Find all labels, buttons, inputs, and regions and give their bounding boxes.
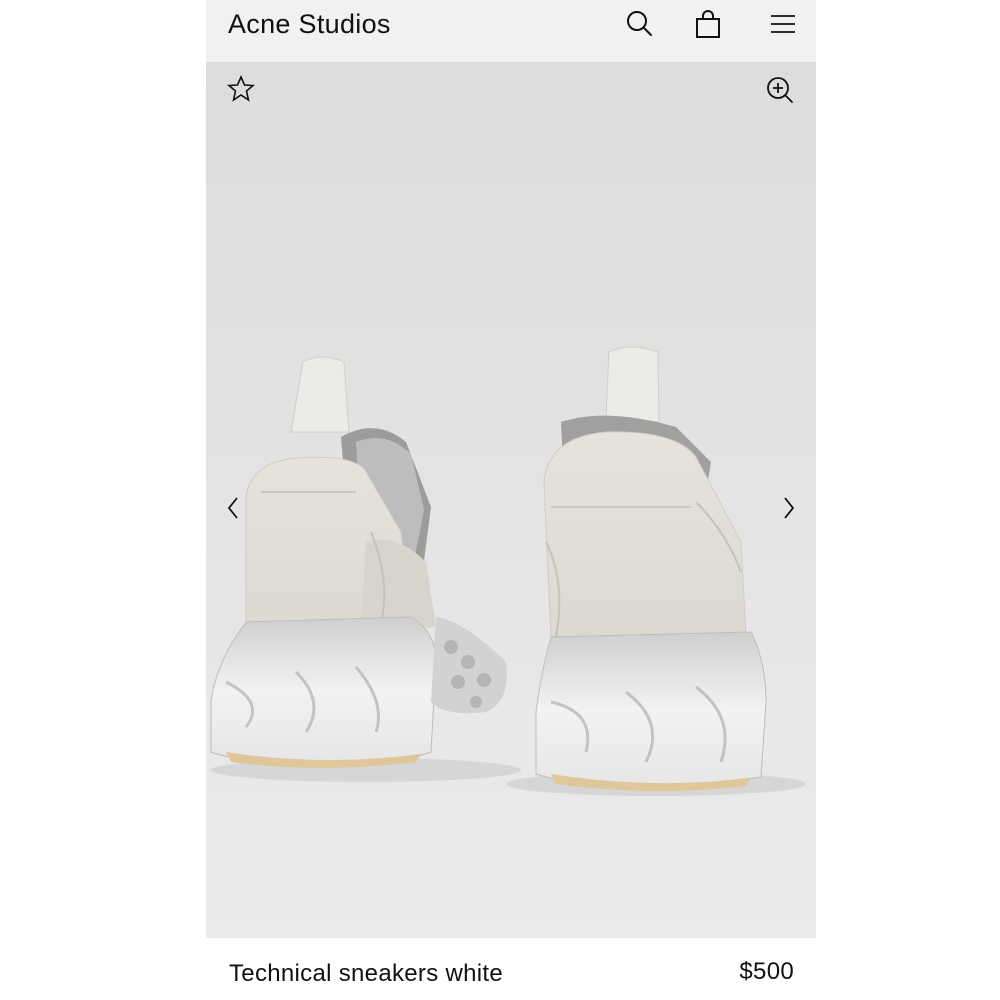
favorite-star-icon[interactable] xyxy=(226,74,256,104)
product-name[interactable]: Technical sneakers white xyxy=(229,960,503,988)
brand-logo[interactable]: Acne Studios xyxy=(228,9,391,40)
mobile-viewport: Acne Studios Technical sneakers white $5… xyxy=(206,0,816,1000)
product-photo xyxy=(210,346,806,796)
chevron-left-icon[interactable] xyxy=(224,494,244,522)
search-icon[interactable] xyxy=(624,8,656,40)
site-header: Acne Studios xyxy=(206,0,816,62)
left-sneaker xyxy=(210,356,507,768)
chevron-right-icon[interactable] xyxy=(778,494,798,522)
product-info: Technical sneakers white $500 xyxy=(206,938,816,1000)
product-price: $500 xyxy=(739,958,794,985)
right-sneaker xyxy=(535,346,767,792)
product-image-gallery[interactable] xyxy=(206,62,816,938)
zoom-in-icon[interactable] xyxy=(764,74,796,106)
shopping-bag-icon[interactable] xyxy=(692,8,724,40)
menu-icon[interactable] xyxy=(767,8,799,40)
